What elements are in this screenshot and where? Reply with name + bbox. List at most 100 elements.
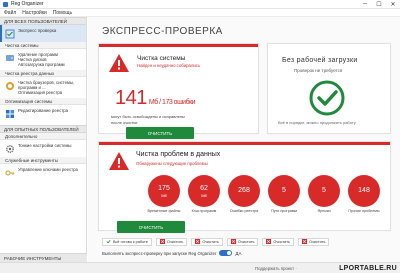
registry-icon	[4, 108, 15, 119]
card-subtitle: Проверок не требуется	[294, 68, 343, 73]
window-title: Reg Organizer	[11, 1, 44, 7]
support-link[interactable]: Поддержать проект ·	[255, 266, 297, 271]
autorun-toggle[interactable]	[219, 250, 233, 256]
metric-label: Кэш программ	[191, 209, 217, 213]
card-subtitle: Найден и неудачно собирались	[137, 63, 201, 68]
sidebar-item-express-check[interactable]: Экспресс проверка	[0, 25, 86, 42]
metric-circle: 148	[348, 175, 380, 207]
metric-circle: 5	[268, 175, 300, 207]
sidebar-item-text: Оптимизация реестра	[18, 90, 63, 95]
action-chip[interactable]: Очистить	[297, 237, 330, 246]
metric-cache: 62 Мб Кэш программ	[187, 175, 221, 214]
sidebar-item-text: Чистка браузеров, системы, программ и ..…	[18, 80, 75, 90]
metric-label: Ярлыки	[317, 209, 331, 213]
menu-settings[interactable]: Настройки	[22, 10, 47, 16]
checklist-icon	[4, 28, 15, 39]
card-status-bar	[99, 44, 258, 47]
chip-label: Очистить	[273, 239, 290, 244]
fix-issues-button[interactable]: ОЧИСТИТЬ	[117, 221, 185, 233]
cleanup-card: Чистка системы Найден и неудачно собирал…	[98, 43, 259, 139]
key-icon	[4, 167, 15, 178]
watermark: LPORTABLE.RU	[339, 264, 397, 272]
card-status-bar	[99, 142, 390, 145]
x-icon	[301, 239, 307, 244]
sidebar: ДЛЯ ВСЕХ ПОЛЬЗОВАТЕЛЕЙ Экспресс проверка…	[0, 17, 87, 262]
metric-value: 268	[238, 187, 250, 194]
cleanup-unit: Мб / 173 ошибки	[148, 99, 196, 106]
metric-label: Ошибки реестра	[229, 209, 259, 213]
metric-shortcuts: 5 Ярлыки	[307, 175, 341, 214]
metric-unit: Мб	[161, 192, 167, 198]
metric-value: 175	[158, 184, 170, 192]
metric-circle: 175 Мб	[148, 175, 180, 207]
toggle-state: ДА	[235, 250, 242, 256]
window-controls: ─ ☐ ✕	[358, 0, 400, 9]
card-title: Без рабочей загрузки	[282, 57, 358, 64]
menu-file[interactable]: Файл	[4, 10, 16, 16]
app-icon	[3, 1, 8, 7]
sidebar-subheader-optimize: Оптимизация системы	[0, 98, 86, 105]
metric-circle: 268	[228, 175, 260, 207]
startup-card: Без рабочей загрузки Проверок не требует…	[267, 43, 391, 134]
settings-icon	[4, 143, 15, 154]
card-note: Всё в порядке, можно продолжить работу	[278, 120, 356, 125]
action-chip[interactable]: Очистить	[226, 237, 259, 246]
status-bar: Поддержать проект · LPORTABLE.RU	[0, 262, 400, 273]
warning-icon	[108, 53, 130, 75]
browser-icon	[4, 80, 15, 91]
sidebar-item-registry-keys[interactable]: Управление ключами реестра	[0, 164, 86, 181]
sidebar-subheader-tools: Служебные инструменты	[0, 157, 86, 164]
chip-label: Всё готово к работе	[113, 239, 148, 244]
metric-temp-files: 175 Мб Временные файлы	[147, 175, 181, 214]
x-icon	[195, 239, 201, 244]
maximize-button[interactable]: ☐	[372, 0, 386, 9]
checkmark-circle-icon	[308, 79, 346, 119]
x-icon	[230, 239, 236, 244]
minimize-button[interactable]: ─	[358, 0, 372, 9]
menu-help[interactable]: Помощь	[53, 10, 72, 16]
sidebar-item-browsers[interactable]: Чистка браузеров, системы, программ и ..…	[0, 77, 86, 98]
sidebar-item-label: Чистка браузеров, системы, программ и ..…	[18, 80, 83, 95]
sidebar-item-cleanup[interactable]: Удаление программ Чистка дисков Автозагр…	[0, 49, 86, 70]
metric-paths: 5 Пути программ	[267, 175, 301, 214]
sidebar-subheader-cleanup: Чистка системы	[0, 42, 86, 49]
sidebar-item-tweaks[interactable]: Тонкие настройки системы	[0, 140, 86, 157]
sidebar-item-text: Автозагрузка программ	[18, 62, 65, 67]
cleanup-amount: 141 Мб / 173 ошибки	[115, 87, 196, 110]
metric-value: 148	[358, 187, 370, 194]
sidebar-subheader-registry: Чистка реестра данных	[0, 70, 86, 77]
metric-value: 62	[200, 184, 208, 192]
metric-registry: 268 Ошибки реестра	[227, 175, 261, 214]
metric-value: 5	[282, 187, 286, 194]
action-chip[interactable]: Очистить	[155, 237, 188, 246]
sidebar-item-registry-edit[interactable]: Редактирование реестра	[0, 105, 86, 122]
card-description: могут быть освобождены и исправлены	[111, 114, 185, 119]
title-bar: Reg Organizer ─ ☐ ✕	[0, 0, 400, 9]
metric-other: 148 Прочие проблемы	[347, 175, 381, 214]
metric-unit: Мб	[201, 192, 207, 198]
action-chip[interactable]: Очистить	[262, 237, 294, 246]
toggle-label: Выполнять экспресс-проверку при запуске …	[102, 250, 217, 256]
cleanup-value: 141	[115, 87, 147, 109]
status-chip: Всё готово к работе	[102, 237, 152, 246]
x-icon	[159, 239, 165, 244]
action-chip[interactable]: Очистить	[191, 237, 223, 246]
disk-icon	[4, 52, 15, 63]
sidebar-section-header: ДЛЯ ОПЫТНЫХ ПОЛЬЗОВАТЕЛЕЙ	[0, 125, 86, 133]
close-button[interactable]: ✕	[386, 0, 400, 9]
card-subtitle: Обнаружены следующие проблемы	[136, 161, 208, 166]
menu-bar: Файл Настройки Помощь	[0, 9, 400, 17]
cleanup-button[interactable]: ОЧИСТИТЬ	[126, 127, 194, 139]
metric-circle: 5	[308, 175, 340, 207]
metric-circle: 62 Мб	[188, 175, 220, 207]
sidebar-subheader-extra: Дополнительно	[0, 133, 86, 140]
sidebar-section-header: ДЛЯ ВСЕХ ПОЛЬЗОВАТЕЛЕЙ	[0, 17, 86, 25]
chip-label: Очистить	[166, 239, 184, 244]
sidebar-item-label: Управление ключами реестра	[18, 167, 78, 172]
checkmark-icon	[106, 239, 111, 244]
card-title: Чистка системы	[137, 55, 186, 62]
sidebar-footer[interactable]: РАБОЧИЕ ИНСТРУМЕНТЫ	[0, 253, 87, 262]
chip-label: Очистить	[308, 239, 326, 244]
metric-label: Временные файлы	[147, 209, 181, 213]
metric-label: Прочие проблемы	[348, 209, 380, 213]
